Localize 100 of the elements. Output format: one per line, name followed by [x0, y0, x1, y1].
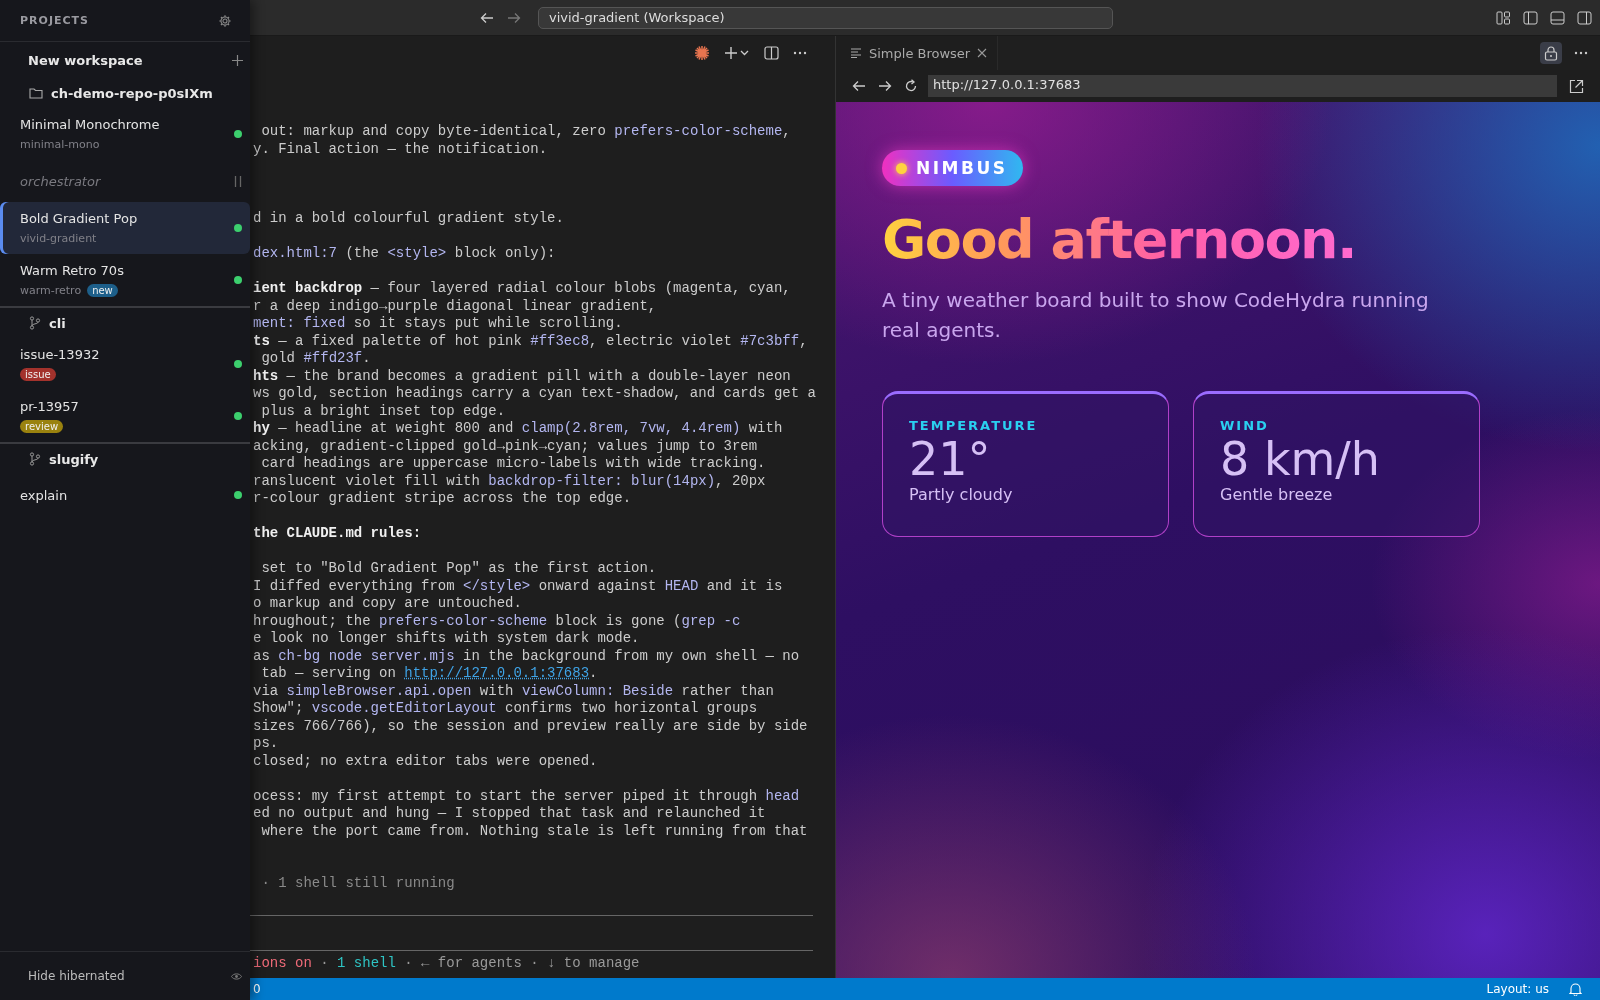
reload-icon[interactable] — [904, 79, 918, 93]
transcript-text: Show"; — [253, 700, 305, 716]
link[interactable]: http://127.0.0.1:37683 — [404, 665, 590, 681]
transcript-text: plus a bright inset top edge. — [260, 402, 506, 419]
transcript-text: — headline at weight 800 and — [277, 420, 515, 436]
card-label: WIND — [1220, 418, 1269, 433]
asterisk-icon[interactable] — [694, 45, 710, 61]
workspace-tag: issue — [20, 368, 56, 381]
branch-icon — [29, 452, 41, 466]
pause-icon — [234, 175, 242, 187]
transcript-text: — four layered radial colour blobs (magenta, cyan, — [369, 280, 791, 296]
code-text: #7c3bff — [740, 332, 800, 349]
right-panel-icon[interactable] — [1577, 10, 1592, 25]
workspace-item[interactable]: issue-13932 issue — [0, 338, 250, 390]
workspace-tag: review — [20, 420, 64, 433]
code-text: clamp(2.8rem, 7vw, 4.4rem) — [521, 420, 741, 436]
transcript-text: block is gone ( — [554, 612, 682, 629]
more-icon[interactable] — [1574, 51, 1588, 55]
transcript-text: ps. — [253, 735, 279, 751]
transcript-text: ocess: my first attempt to start the server piped it through — [253, 787, 759, 804]
bold-text: ient backdrop — [253, 280, 363, 296]
command-center-field[interactable]: vivid-gradient (Workspace) — [538, 6, 1113, 29]
settings-icon[interactable] — [218, 13, 232, 28]
branch-name: warm-retro — [20, 284, 82, 297]
transcript-text: , electric violet — [589, 332, 733, 349]
keyboard-layout[interactable]: Layout: us — [1486, 982, 1549, 996]
status-item[interactable]: 0 — [253, 982, 261, 996]
card-caption: Gentle breeze — [1220, 485, 1333, 504]
code-text: HEAD — [664, 577, 699, 594]
transcript-text: o markup and copy are untouched. — [253, 595, 522, 611]
workspace-item[interactable]: pr-13957 review — [0, 390, 250, 442]
layout-icon[interactable] — [1496, 10, 1511, 25]
code-text: </style> — [463, 577, 531, 594]
status-dot — [234, 491, 242, 499]
transcript-text: out: markup and copy byte-identical, zero — [260, 123, 607, 139]
status-dot — [234, 224, 242, 232]
transcript-text: — the brand becomes a gradient pill with a double-layer neon — [285, 367, 791, 384]
transcript-text: ranslucent violet fill with — [253, 472, 481, 489]
transcript-text: and it is — [705, 577, 783, 594]
transcript-text: with — [478, 682, 515, 699]
branch-icon — [29, 316, 41, 330]
transcript-text: card headings are uppercase micro-labels with wide tracking. — [260, 455, 766, 471]
subtitle: A tiny weather board built to show CodeHydra running real agents. — [882, 287, 1430, 344]
prompt-input[interactable] — [250, 915, 813, 951]
code-text: <style> — [387, 245, 447, 261]
more-icon[interactable] — [793, 51, 807, 55]
code-text: backdrop-filter: blur(14px) — [488, 472, 716, 489]
transcript-text: d in a bold colourful gradient style. — [253, 210, 564, 226]
external-link-icon[interactable] — [1569, 78, 1584, 94]
close-icon[interactable] — [977, 48, 988, 58]
code-text: ment: fixed — [253, 315, 346, 331]
workspace-item[interactable]: explain — [0, 474, 250, 516]
bell-icon[interactable] — [1569, 982, 1582, 996]
back-icon[interactable] — [852, 80, 866, 92]
back-icon[interactable] — [480, 11, 494, 24]
transcript-text: . — [362, 350, 371, 366]
bold-text: hy — [253, 420, 270, 436]
shell-status: · 1 shell still running — [260, 875, 456, 893]
project-name: cli — [49, 315, 66, 331]
forward-icon[interactable] — [878, 80, 892, 92]
code-text: viewColumn: Beside — [521, 682, 674, 699]
status-dot — [234, 360, 242, 368]
add-menu-icon[interactable] — [724, 46, 750, 60]
bottom-panel-icon[interactable] — [1550, 10, 1565, 25]
eye-icon[interactable] — [231, 971, 242, 981]
hide-hibernated-toggle[interactable]: Hide hibernated — [28, 969, 125, 983]
code-text: ch-bg node server.mjs — [278, 647, 455, 664]
status-dot — [234, 130, 242, 138]
workspace-item[interactable]: orchestrator — [0, 160, 250, 202]
transcript-text: r a deep indigo→purple diagonal linear gradient, — [253, 297, 657, 314]
brand-pill: NIMBUS — [882, 150, 1024, 186]
workspace-item[interactable]: Bold Gradient Pop vivid-gradient — [0, 202, 250, 254]
prompt-hint: ions on — [253, 955, 312, 971]
card-caption: Partly cloudy — [909, 485, 1013, 504]
workspace-tag: new — [87, 284, 118, 297]
transcript-text: with — [747, 420, 783, 436]
folder-icon — [29, 87, 43, 99]
code-text: simpleBrowser.api.open — [286, 682, 472, 699]
code-text: prefers-color-scheme — [614, 123, 783, 139]
workspace-item[interactable]: Minimal Monochrome minimal-mono — [0, 108, 250, 160]
split-editor-icon[interactable] — [764, 46, 779, 60]
transcript-text: via — [253, 682, 280, 699]
transcript-text: onward against — [537, 577, 658, 594]
transcript-text: set to "Bold Gradient Pop" as the first action. — [260, 560, 657, 576]
transcript-text: ed no output and hung — I stopped that task and relaunched it — [253, 805, 766, 821]
transcript-text: acking, gradient-clipped gold→pink→cyan; values jump to 3rem — [253, 437, 758, 454]
transcript-text: in the background from my own shell — no — [462, 647, 800, 664]
bold-text: hts — [253, 367, 279, 384]
transcript-text: as — [253, 647, 271, 664]
add-icon[interactable] — [231, 53, 244, 67]
sidebar-title: PROJECTS — [20, 14, 89, 27]
lock-button[interactable] — [1540, 42, 1562, 64]
url-field[interactable]: http://127.0.0.1:37683 — [928, 75, 1557, 97]
transcript-text: confirms two horizontal groups — [504, 700, 758, 716]
transcript-text: y. Final action — the notification. — [253, 140, 548, 157]
code-text: head — [765, 787, 800, 804]
workspace-item[interactable]: Warm Retro 70s warm-retro new — [0, 254, 250, 306]
left-panel-icon[interactable] — [1523, 10, 1538, 25]
project-name: ch-demo-repo-p0sIXm — [51, 85, 213, 101]
transcript-text: ws gold, section headings carry a cyan text-shadow, and cards get a — [253, 385, 816, 401]
